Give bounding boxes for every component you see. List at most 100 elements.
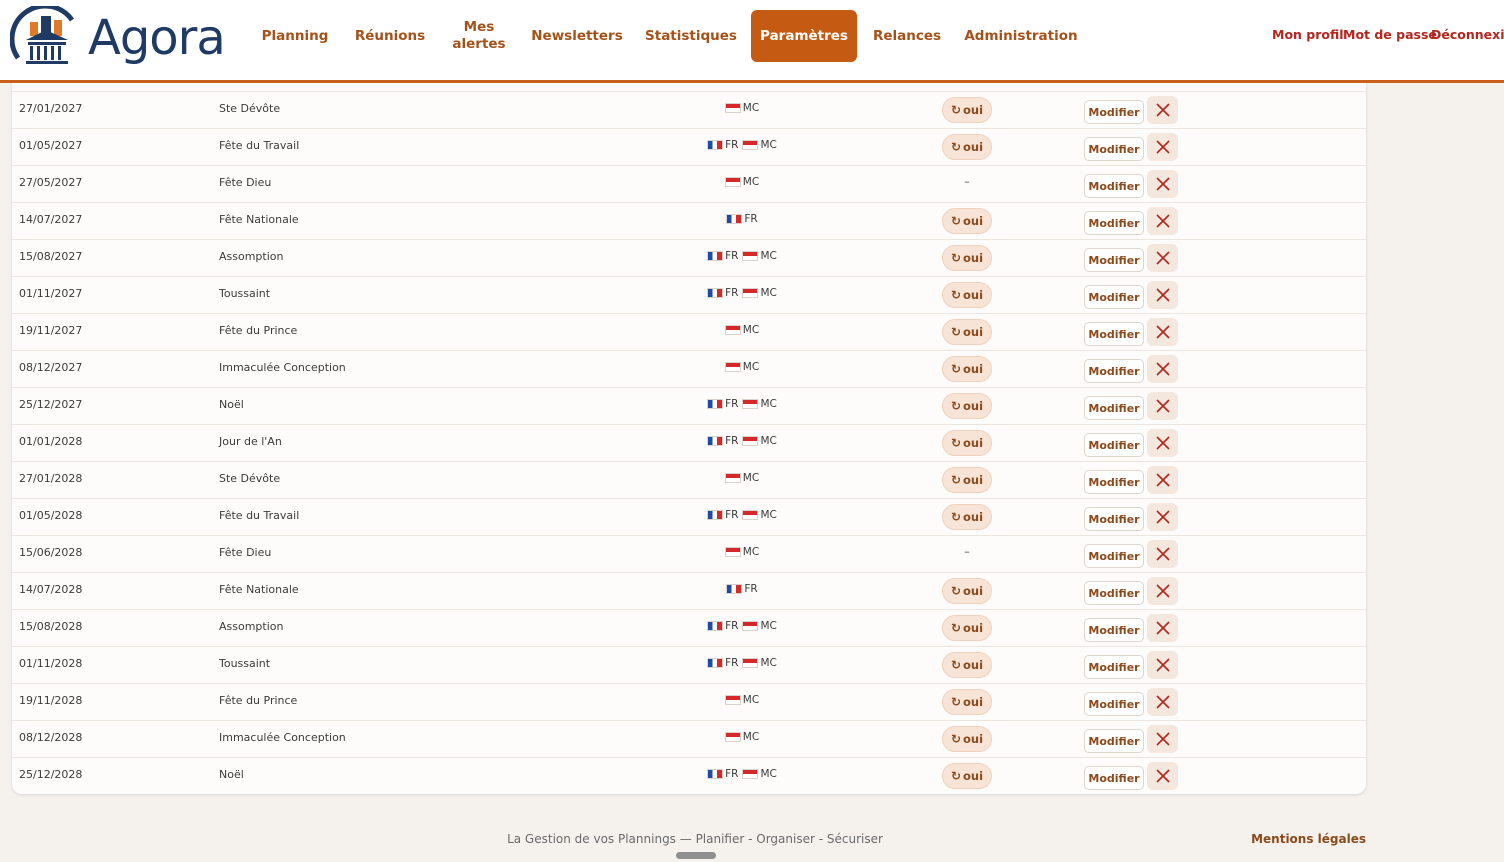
recurring-badge[interactable]: ↻ oui xyxy=(942,578,992,604)
modify-button[interactable]: Modifier xyxy=(1084,211,1144,235)
recurring-badge[interactable]: ↻ oui xyxy=(942,208,992,234)
modify-button[interactable]: Modifier xyxy=(1084,248,1144,272)
country-tag: MC xyxy=(724,324,759,336)
refresh-icon: ↻ xyxy=(950,103,962,117)
scrollbar-thumb[interactable] xyxy=(676,852,716,859)
modify-button[interactable]: Modifier xyxy=(1084,655,1144,679)
logout-link[interactable]: Déconnexion xyxy=(1431,27,1504,42)
recurring-badge[interactable]: ↻ oui xyxy=(942,467,992,493)
mc-flag-icon xyxy=(724,325,741,335)
holiday-date: 27/01/2028 xyxy=(19,472,83,485)
recurring-badge[interactable]: ↻ oui xyxy=(942,689,992,715)
delete-button[interactable] xyxy=(1147,244,1178,272)
refresh-icon: ↻ xyxy=(950,732,962,746)
holiday-date: 01/01/2028 xyxy=(19,435,83,448)
agora-logo[interactable]: Agora xyxy=(10,6,230,68)
holiday-countries: FR xyxy=(642,213,842,225)
delete-button[interactable] xyxy=(1147,762,1178,790)
holiday-countries: MC xyxy=(642,546,842,558)
modify-button[interactable]: Modifier xyxy=(1084,692,1144,716)
table-row: 27/01/2028 Ste Dévôte MC ↻ oui Modifier xyxy=(12,461,1366,498)
recurring-badge[interactable]: ↻ oui xyxy=(942,134,992,160)
delete-button[interactable] xyxy=(1147,725,1178,753)
modify-button[interactable]: Modifier xyxy=(1084,544,1144,568)
close-icon xyxy=(1155,362,1170,376)
legal-notice-link[interactable]: Mentions légales xyxy=(1251,832,1366,846)
table-row: 27/05/2027 Fête Dieu MC – Modifier xyxy=(12,165,1366,202)
modify-button[interactable]: Modifier xyxy=(1084,433,1144,457)
holiday-name: Immaculée Conception xyxy=(219,361,346,374)
nav-reunions[interactable]: Réunions xyxy=(352,10,428,62)
recurring-badge[interactable]: ↻ oui xyxy=(942,245,992,271)
country-code: FR xyxy=(725,509,739,521)
delete-button[interactable] xyxy=(1147,96,1178,124)
delete-button[interactable] xyxy=(1147,170,1178,198)
modify-button[interactable]: Modifier xyxy=(1084,100,1144,124)
nav-statistiques[interactable]: Statistiques xyxy=(644,10,738,62)
nav-planning[interactable]: Planning xyxy=(258,10,332,62)
modify-button[interactable]: Modifier xyxy=(1084,470,1144,494)
delete-button[interactable] xyxy=(1147,281,1178,309)
holiday-date: 01/11/2028 xyxy=(19,657,83,670)
password-link[interactable]: Mot de passe xyxy=(1343,27,1437,42)
modify-button[interactable]: Modifier xyxy=(1084,729,1144,753)
my-profile-link[interactable]: Mon profil xyxy=(1272,27,1344,42)
recurring-badge[interactable]: ↻ oui xyxy=(942,393,992,419)
modify-button[interactable]: Modifier xyxy=(1084,396,1144,420)
refresh-icon: ↻ xyxy=(950,584,962,598)
fr-flag-icon xyxy=(707,399,724,409)
mc-flag-icon xyxy=(742,399,759,409)
delete-button[interactable] xyxy=(1147,577,1178,605)
country-code: MC xyxy=(760,139,777,151)
recurring-badge[interactable]: ↻ oui xyxy=(942,319,992,345)
recurring-badge[interactable]: ↻ oui xyxy=(942,504,992,530)
country-code: FR xyxy=(725,250,739,262)
holiday-name: Fête du Prince xyxy=(219,324,298,337)
delete-button[interactable] xyxy=(1147,466,1178,494)
recurring-badge[interactable]: ↻ oui xyxy=(942,763,992,789)
nav-relances[interactable]: Relances xyxy=(870,10,944,62)
recurring-badge[interactable]: ↻ oui xyxy=(942,430,992,456)
table-row: 08/12/2027 Immaculée Conception MC ↻ oui Modi… xyxy=(12,350,1366,387)
delete-button[interactable] xyxy=(1147,207,1178,235)
delete-button[interactable] xyxy=(1147,429,1178,457)
recurring-badge[interactable]: ↻ oui xyxy=(942,652,992,678)
delete-button[interactable] xyxy=(1147,614,1178,642)
nav-parametres[interactable]: Paramètres xyxy=(751,10,857,62)
delete-button[interactable] xyxy=(1147,651,1178,679)
nav-administration[interactable]: Administration xyxy=(964,10,1078,62)
delete-button[interactable] xyxy=(1147,355,1178,383)
recurring-badge[interactable]: ↻ oui xyxy=(942,282,992,308)
country-code: FR xyxy=(725,768,739,780)
modify-button[interactable]: Modifier xyxy=(1084,618,1144,642)
delete-button[interactable] xyxy=(1147,392,1178,420)
delete-button[interactable] xyxy=(1147,133,1178,161)
recurring-badge[interactable]: ↻ oui xyxy=(942,615,992,641)
modify-button[interactable]: Modifier xyxy=(1084,174,1144,198)
table-row: 19/11/2027 Fête du Prince MC ↻ oui Modifier xyxy=(12,313,1366,350)
delete-button[interactable] xyxy=(1147,540,1178,568)
country-tag: MC xyxy=(742,250,777,262)
fr-flag-icon xyxy=(726,214,743,224)
recurring-badge[interactable]: ↻ oui xyxy=(942,97,992,123)
modify-button[interactable]: Modifier xyxy=(1084,766,1144,790)
delete-button[interactable] xyxy=(1147,318,1178,346)
delete-button[interactable] xyxy=(1147,503,1178,531)
recurring-badge[interactable]: ↻ oui xyxy=(942,356,992,382)
mc-flag-icon xyxy=(724,547,741,557)
modify-button[interactable]: Modifier xyxy=(1084,581,1144,605)
holiday-countries: MC xyxy=(642,472,842,484)
modify-button[interactable]: Modifier xyxy=(1084,137,1144,161)
modify-button[interactable]: Modifier xyxy=(1084,507,1144,531)
recurring-badge[interactable]: ↻ oui xyxy=(942,726,992,752)
delete-button[interactable] xyxy=(1147,688,1178,716)
country-tag: MC xyxy=(724,176,759,188)
nav-mes-alertes[interactable]: Mes alertes xyxy=(448,10,510,62)
nav-newsletters[interactable]: Newsletters xyxy=(530,10,624,62)
holiday-date: 27/05/2027 xyxy=(19,176,83,189)
modify-button[interactable]: Modifier xyxy=(1084,285,1144,309)
holiday-date: 08/12/2027 xyxy=(19,361,83,374)
country-tag: MC xyxy=(724,472,759,484)
modify-button[interactable]: Modifier xyxy=(1084,322,1144,346)
modify-button[interactable]: Modifier xyxy=(1084,359,1144,383)
